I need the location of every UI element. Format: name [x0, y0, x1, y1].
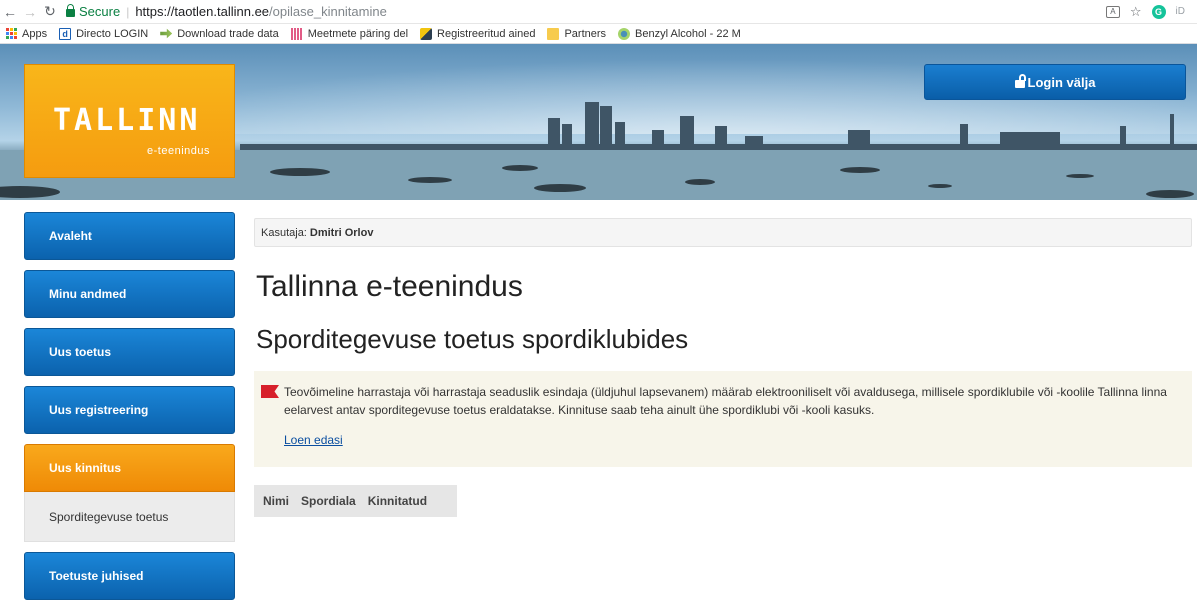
- chart-icon: [290, 27, 303, 40]
- forward-arrow-icon[interactable]: →: [20, 4, 40, 20]
- unlock-icon: [1014, 74, 1026, 88]
- url-host: https://taotlen.tallinn.ee: [135, 4, 270, 19]
- sidebar-item-avaleht[interactable]: Avaleht: [24, 212, 235, 260]
- bookmark-benzyl[interactable]: Benzyl Alcohol - 22 M: [618, 27, 741, 40]
- table-header-row: Nimi Spordiala Kinnitatud: [254, 485, 458, 517]
- sidebar-item-label: Uus kinnitus: [49, 461, 122, 475]
- sidebar-item-label: Uus registreering: [49, 403, 149, 417]
- secure-label: Secure: [79, 4, 121, 19]
- logout-button[interactable]: Login välja: [924, 64, 1186, 100]
- header-banner: TALLINN e-teenindus Login välja: [0, 44, 1197, 200]
- registry-icon: [420, 27, 433, 40]
- benzyl-icon: [618, 27, 631, 40]
- bookmark-label: Apps: [22, 27, 48, 40]
- sidebar-item-label: Minu andmed: [49, 287, 127, 301]
- address-separator: |: [126, 4, 130, 19]
- sidebar-item-label: Uus toetus: [49, 345, 112, 359]
- info-panel: Teovõimeline harrastaja või harrastaja s…: [254, 371, 1192, 467]
- main-content: Kasutaja: Dmitri Orlov Tallinna e-teenin…: [254, 218, 1192, 517]
- logo-subtitle: e-teenindus: [147, 145, 210, 157]
- sidebar-item-uus-kinnitus[interactable]: Uus kinnitus: [24, 444, 235, 492]
- sidebar-item-minu-andmed[interactable]: Minu andmed: [24, 270, 235, 318]
- column-header-sport[interactable]: Spordiala: [295, 485, 362, 517]
- translate-icon[interactable]: A: [1105, 5, 1120, 18]
- page-title: Tallinna e-teenindus: [256, 270, 523, 303]
- bookmark-label: Directo LOGIN: [76, 27, 149, 40]
- bookmark-meetmete[interactable]: Meetmete päring del: [290, 27, 409, 40]
- grammarly-icon[interactable]: G: [1151, 4, 1166, 19]
- info-text: Teovõimeline harrastaja või harrastaja s…: [284, 385, 1167, 417]
- sidebar-subitem-sporditegevuse-toetus[interactable]: Sporditegevuse toetus: [24, 492, 235, 542]
- sidebar-item-label: Toetuste juhised: [49, 569, 144, 583]
- bookmark-label: Benzyl Alcohol - 22 M: [635, 27, 741, 40]
- apps-grid-icon: [6, 28, 17, 39]
- bookmark-label: Partners: [564, 27, 607, 40]
- sidebar-nav: Avaleht Minu andmed Uus toetus Uus regis…: [24, 212, 235, 610]
- tallinn-logo[interactable]: TALLINN e-teenindus: [24, 64, 235, 178]
- id-card-icon[interactable]: iD: [1176, 6, 1185, 17]
- sidebar-item-uus-toetus[interactable]: Uus toetus: [24, 328, 235, 376]
- sidebar-item-label: Avaleht: [49, 229, 92, 243]
- address-bar[interactable]: Secure | https://taotlen.tallinn.ee/opil…: [66, 2, 1106, 22]
- sidebar-item-uus-registreering[interactable]: Uus registreering: [24, 386, 235, 434]
- page-body: Avaleht Minu andmed Uus toetus Uus regis…: [0, 200, 1197, 610]
- column-header-confirmed[interactable]: Kinnitatud: [361, 485, 458, 517]
- bookmark-download-trade[interactable]: Download trade data: [160, 28, 279, 40]
- lock-icon: [66, 4, 75, 17]
- reload-icon[interactable]: ↻: [40, 3, 60, 20]
- url-path: /opilase_kinnitamine: [269, 4, 387, 19]
- user-name: Dmitri Orlov: [309, 226, 374, 239]
- bookmark-directo[interactable]: d Directo LOGIN: [59, 27, 149, 40]
- sidebar-subitem-label: Sporditegevuse toetus: [49, 509, 169, 524]
- arrow-icon: [160, 28, 173, 39]
- column-header-name[interactable]: Nimi: [254, 485, 296, 517]
- folder-icon: [547, 27, 560, 40]
- clubs-table: Nimi Spordiala Kinnitatud: [254, 485, 458, 517]
- user-bar: Kasutaja: Dmitri Orlov: [254, 218, 1192, 247]
- sidebar-item-toetuste-juhised[interactable]: Toetuste juhised: [24, 552, 235, 600]
- browser-toolbar: ← → ↻ Secure | https://taotlen.tallinn.e…: [0, 0, 1197, 24]
- back-arrow-icon[interactable]: ←: [0, 4, 20, 20]
- logo-wordmark: TALLINN: [53, 103, 201, 138]
- bookmark-partners[interactable]: Partners: [547, 27, 607, 40]
- star-icon[interactable]: ☆: [1130, 4, 1142, 20]
- bookmark-label: Meetmete päring del: [307, 27, 409, 40]
- page-subtitle: Sporditegevuse toetus spordiklubides: [256, 324, 689, 354]
- read-more-link[interactable]: Loen edasi: [284, 433, 343, 447]
- flag-icon: [261, 385, 279, 398]
- bookmarks-bar: Apps d Directo LOGIN Download trade data…: [0, 24, 1197, 44]
- directo-icon: d: [59, 27, 72, 40]
- logout-label: Login välja: [1027, 74, 1096, 90]
- user-label: Kasutaja:: [261, 226, 307, 239]
- bookmark-registreeritud[interactable]: Registreeritud ained: [420, 27, 536, 40]
- bookmark-apps[interactable]: Apps: [6, 28, 47, 40]
- bookmark-label: Registreeritud ained: [437, 27, 536, 40]
- bookmark-label: Download trade data: [177, 27, 279, 40]
